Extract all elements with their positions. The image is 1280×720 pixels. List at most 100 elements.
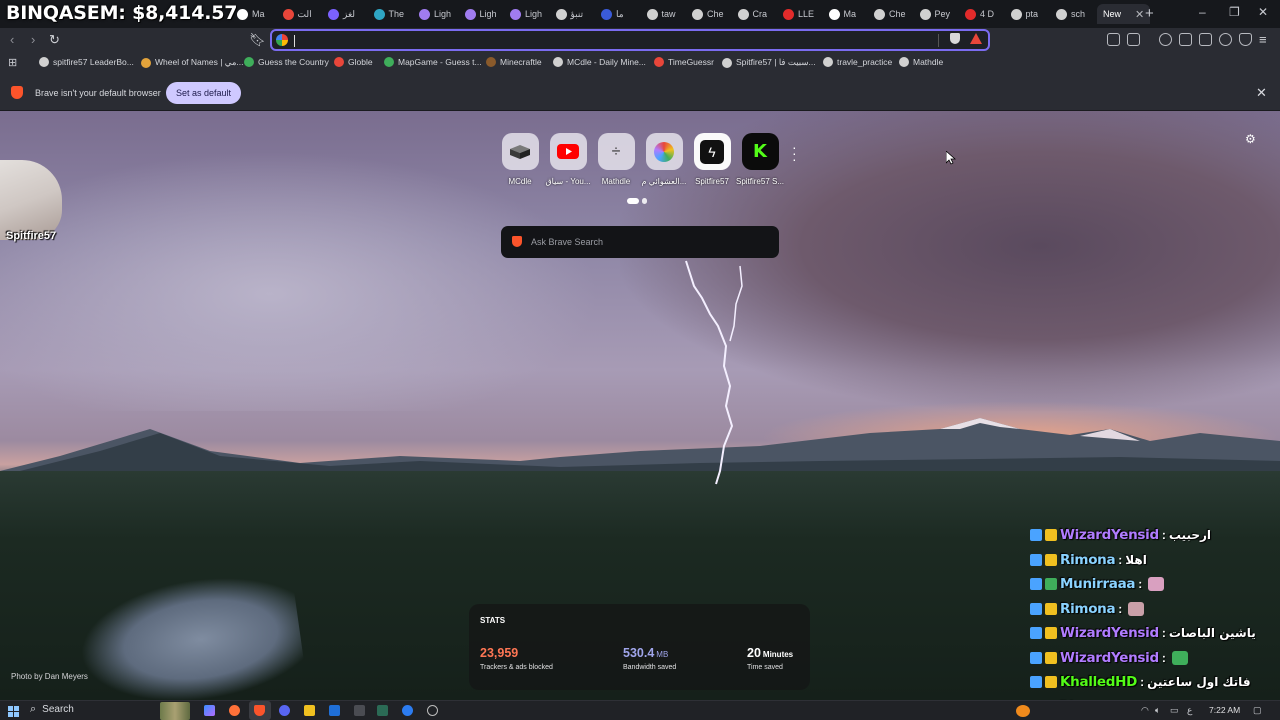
tab[interactable]: taw: [646, 4, 676, 24]
leo-ai-icon[interactable]: [1219, 33, 1232, 46]
obs-icon[interactable]: [354, 705, 365, 716]
tab-label: Ligh: [479, 9, 497, 19]
terminal-icon[interactable]: [377, 705, 388, 716]
app-icon[interactable]: [402, 705, 413, 716]
bookmark-item[interactable]: MapGame - Guess t...: [384, 57, 482, 67]
pager-dot-active[interactable]: [627, 198, 639, 204]
chat-message: Munirraaa:: [1030, 574, 1165, 594]
keyboard-language-icon[interactable]: ع: [1187, 705, 1192, 716]
chrome-icon[interactable]: [427, 705, 438, 716]
bookmark-item[interactable]: Guess the Country: [244, 57, 329, 67]
bookmark-icon[interactable]: 🔖︎: [249, 32, 266, 48]
pager-dot[interactable]: [642, 198, 647, 204]
apps-grid-icon[interactable]: ⊞: [8, 56, 17, 69]
bookmark-item[interactable]: Mathdle: [899, 57, 943, 67]
wallet-icon[interactable]: [1199, 33, 1212, 46]
chat-text: ياشين الباصات: [1168, 626, 1256, 640]
tab[interactable]: الت: [282, 4, 312, 24]
stat-caption: Time saved: [747, 664, 783, 671]
file-explorer-icon[interactable]: [304, 705, 315, 716]
widgets-icon[interactable]: [160, 702, 190, 720]
tab[interactable]: Ligh: [419, 4, 451, 24]
reload-icon[interactable]: ↻: [49, 32, 60, 48]
tab-favicon: [328, 8, 339, 20]
tab[interactable]: sch: [1056, 4, 1085, 24]
windows-start-icon[interactable]: [8, 706, 19, 717]
tab[interactable]: ما: [601, 4, 624, 24]
infobar-close-icon[interactable]: ✕: [1256, 85, 1267, 101]
taskbar-search[interactable]: ⌕ Search: [30, 703, 74, 716]
network-icon[interactable]: ◠: [1141, 705, 1149, 716]
sidebar-icon[interactable]: [1179, 33, 1192, 46]
bookmark-item[interactable]: Spitfire57 | سبيت فا...: [722, 57, 816, 68]
chat-badge-icon: [1030, 578, 1042, 590]
firefox-icon[interactable]: [229, 705, 240, 716]
close-icon[interactable]: ✕: [1135, 8, 1144, 21]
tab-favicon: [555, 8, 567, 20]
bookmark-item[interactable]: Wheel of Names | مي...: [141, 57, 244, 68]
brave-search-box[interactable]: [501, 226, 779, 258]
brave-shields-icon[interactable]: [950, 33, 960, 44]
taskbar-clock[interactable]: 7:22 AM: [1209, 705, 1240, 715]
tab[interactable]: Che: [874, 4, 906, 24]
address-bar[interactable]: [270, 29, 990, 51]
tab-label: لغز: [343, 8, 356, 19]
maximize-icon[interactable]: ❐: [1229, 5, 1240, 19]
tab[interactable]: Ligh: [464, 4, 497, 24]
bookmark-item[interactable]: travle_practice: [823, 57, 892, 67]
tab-active[interactable]: New ✕: [1097, 4, 1151, 24]
chat-badge-icon: [1045, 553, 1057, 566]
vpn-icon[interactable]: [1239, 33, 1252, 46]
volume-icon[interactable]: 🔈︎: [1155, 705, 1160, 716]
vscode-icon[interactable]: [329, 705, 340, 716]
tab[interactable]: Ma: [828, 4, 856, 24]
bookmark-item[interactable]: TimeGuessr: [654, 57, 714, 67]
photo-credit[interactable]: Photo by Dan Meyers: [11, 672, 88, 681]
weather-icon[interactable]: [1016, 705, 1030, 717]
menu-icon[interactable]: ≡: [1259, 32, 1267, 47]
bookmark-item[interactable]: MCdle - Daily Mine...: [553, 57, 646, 67]
notifications-icon[interactable]: ▢: [1253, 705, 1262, 716]
bookmark-item[interactable]: Globle: [334, 57, 373, 67]
bookmark-item[interactable]: spitfire57 LeaderBo...: [39, 57, 134, 67]
address-input[interactable]: [298, 33, 928, 49]
top-site-kick[interactable]: K Spitfire57 S...: [736, 133, 784, 186]
tab[interactable]: Ma: [237, 4, 265, 24]
chat-separator: :: [1138, 577, 1143, 591]
brave-rewards-icon[interactable]: [970, 33, 982, 44]
more-options-icon[interactable]: · · ·: [792, 140, 797, 166]
new-tab-button[interactable]: +: [1145, 5, 1154, 22]
tab[interactable]: 4 D: [965, 4, 994, 24]
tab[interactable]: Che: [692, 4, 724, 24]
set-as-default-button[interactable]: Set as default: [166, 82, 241, 104]
tab[interactable]: pta: [1010, 4, 1038, 24]
tab[interactable]: Pey: [919, 4, 950, 24]
discord-icon[interactable]: [279, 705, 290, 716]
tab[interactable]: The: [373, 4, 404, 24]
search-input[interactable]: [531, 234, 761, 250]
bookmark-label: travle_practice: [837, 57, 893, 67]
taskbar-search-label: Search: [42, 704, 74, 715]
battery-icon[interactable]: ▭: [1170, 705, 1179, 716]
mcdle-icon: [510, 144, 530, 159]
window-close-icon[interactable]: ✕: [1258, 5, 1268, 19]
gear-icon[interactable]: ⚙: [1245, 132, 1256, 146]
tab-label: 4 D: [980, 9, 995, 19]
minimize-icon[interactable]: –: [1199, 5, 1206, 19]
bookmark-item[interactable]: Minecraftle: [486, 57, 542, 67]
top-sites-pager[interactable]: [627, 198, 647, 204]
tab[interactable]: لغز: [328, 4, 355, 24]
tab[interactable]: تنبؤ: [555, 4, 583, 24]
back-icon[interactable]: ‹: [10, 32, 14, 47]
tab[interactable]: Cra: [737, 4, 767, 24]
tab[interactable]: LLE: [783, 4, 814, 24]
bookmark-label: Minecraftle: [500, 57, 542, 67]
media-icon[interactable]: [1159, 33, 1172, 46]
tab-favicon: [1056, 8, 1067, 20]
tab[interactable]: Ligh: [510, 4, 542, 24]
copilot-icon[interactable]: [204, 705, 215, 716]
reader-mode-icon[interactable]: [1127, 33, 1140, 46]
brave-icon[interactable]: [254, 705, 265, 716]
extensions-icon[interactable]: [1107, 33, 1120, 46]
forward-icon[interactable]: ›: [31, 32, 35, 47]
